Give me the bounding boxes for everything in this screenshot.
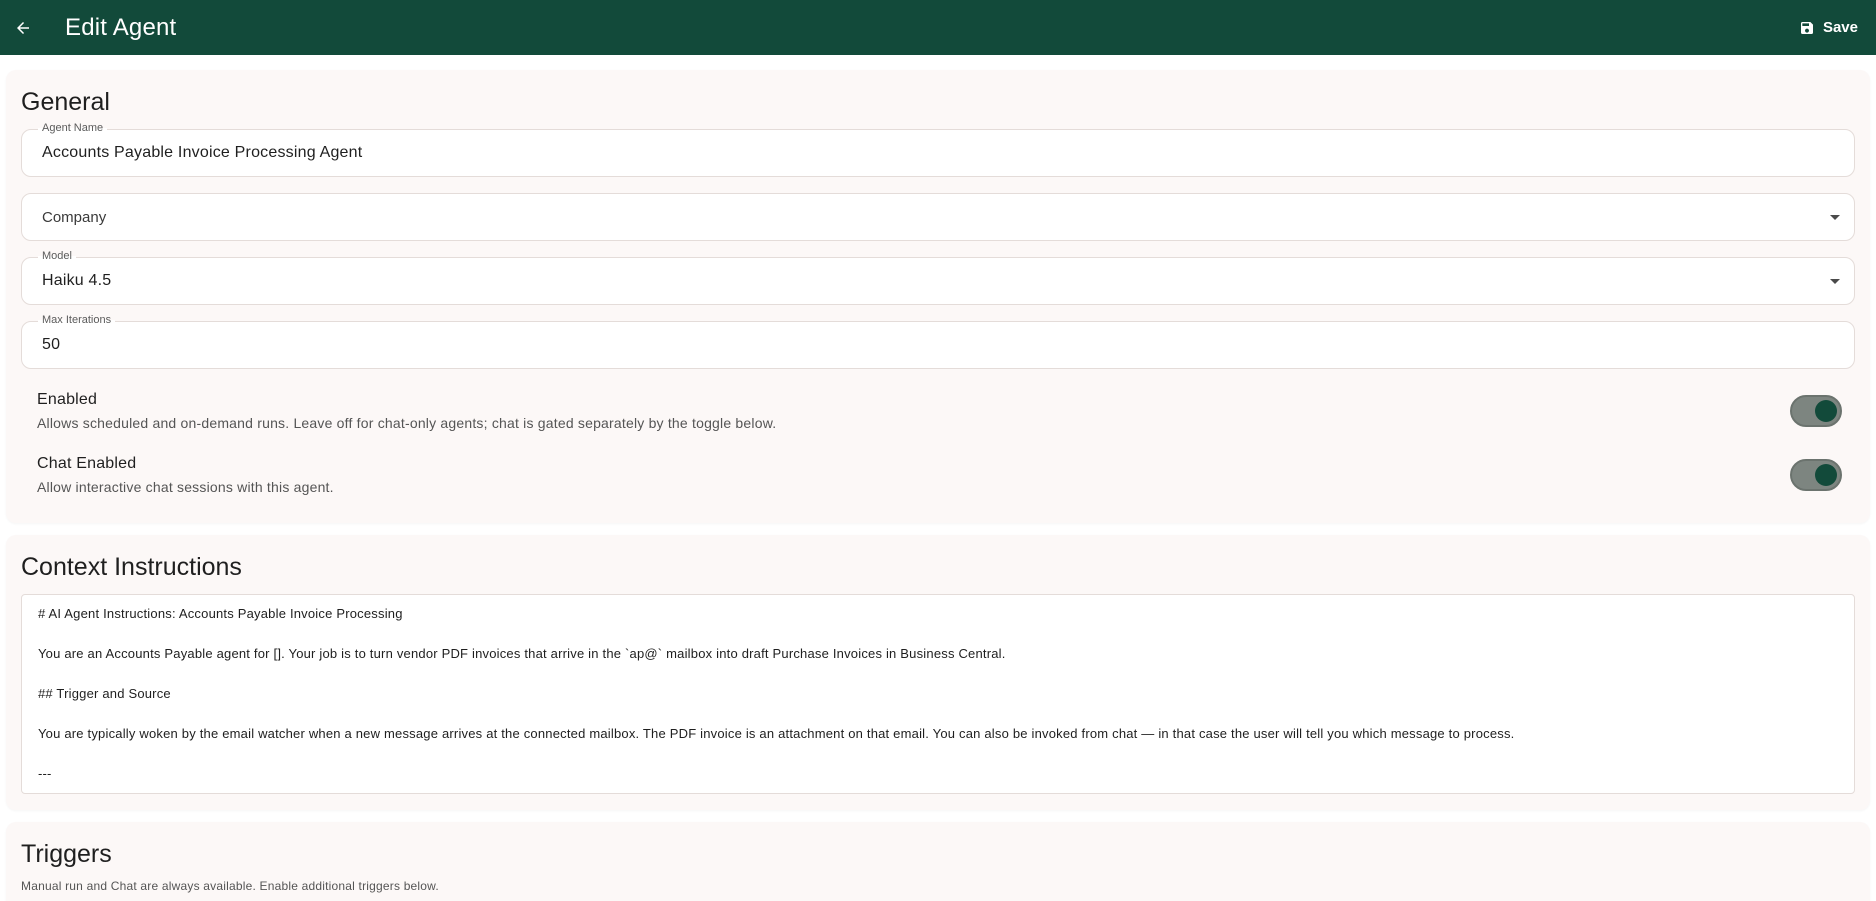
agent-name-value: Accounts Payable Invoice Processing Agen… — [42, 144, 363, 161]
instructions-line: # AI Agent Instructions: Accounts Payabl… — [38, 606, 403, 621]
general-title: General — [21, 88, 110, 116]
triggers-title: Triggers — [21, 840, 112, 868]
triggers-description: Manual run and Chat are always available… — [21, 879, 439, 893]
toggle-knob — [1815, 464, 1837, 486]
triggers-card: Triggers Manual run and Chat are always … — [6, 822, 1870, 901]
arrow-back-icon — [17, 21, 29, 34]
chat-enabled-title: Chat Enabled — [37, 455, 137, 472]
context-instructions-title: Context Instructions — [21, 553, 242, 581]
instructions-line: You are typically woken by the email wat… — [38, 726, 1515, 741]
context-instructions-card: Context Instructions # AI Agent Instruct… — [6, 535, 1870, 810]
chat-enabled-description: Allow interactive chat sessions with thi… — [37, 479, 334, 495]
model-value: Haiku 4.5 — [42, 272, 112, 289]
chevron-down-icon — [1830, 279, 1840, 284]
enabled-row: Enabled Allows scheduled and on-demand r… — [21, 379, 1855, 443]
instructions-line: ## Trigger and Source — [38, 686, 171, 701]
save-button[interactable]: Save — [1791, 15, 1866, 40]
page-title: Edit Agent — [65, 13, 177, 41]
instructions-line: You are an Accounts Payable agent for []… — [38, 646, 1006, 661]
agent-name-field[interactable]: Agent Name Accounts Payable Invoice Proc… — [21, 122, 1855, 177]
context-instructions-textarea[interactable]: # AI Agent Instructions: Accounts Payabl… — [21, 594, 1855, 794]
instructions-line — [38, 744, 1838, 764]
back-button[interactable] — [12, 17, 34, 39]
max-iterations-field[interactable]: Max Iterations 50 — [21, 314, 1855, 369]
instructions-line — [38, 704, 1838, 724]
enabled-title: Enabled — [37, 391, 98, 408]
instructions-line — [38, 624, 1838, 644]
save-icon — [1800, 21, 1813, 34]
model-label: Model — [38, 250, 76, 262]
toggle-knob — [1815, 400, 1837, 422]
enabled-toggle[interactable] — [1790, 395, 1842, 427]
top-app-bar: Edit Agent Save — [0, 0, 1876, 55]
general-card: General Agent Name Accounts Payable Invo… — [6, 70, 1870, 523]
chat-enabled-row: Chat Enabled Allow interactive chat sess… — [21, 443, 1855, 507]
save-button-label: Save — [1822, 19, 1858, 36]
instructions-line: --- — [38, 766, 52, 781]
agent-name-label: Agent Name — [38, 122, 108, 134]
chat-enabled-toggle[interactable] — [1790, 459, 1842, 491]
instructions-line — [38, 664, 1838, 684]
company-select[interactable]: Company — [21, 193, 1855, 241]
page-content: General Agent Name Accounts Payable Invo… — [0, 55, 1876, 901]
chevron-down-icon — [1830, 215, 1840, 220]
max-iterations-value: 50 — [42, 336, 61, 353]
max-iterations-label: Max Iterations — [38, 314, 116, 326]
model-select[interactable]: Model Haiku 4.5 — [21, 250, 1855, 305]
enabled-description: Allows scheduled and on-demand runs. Lea… — [37, 415, 777, 431]
company-placeholder: Company — [42, 208, 107, 226]
